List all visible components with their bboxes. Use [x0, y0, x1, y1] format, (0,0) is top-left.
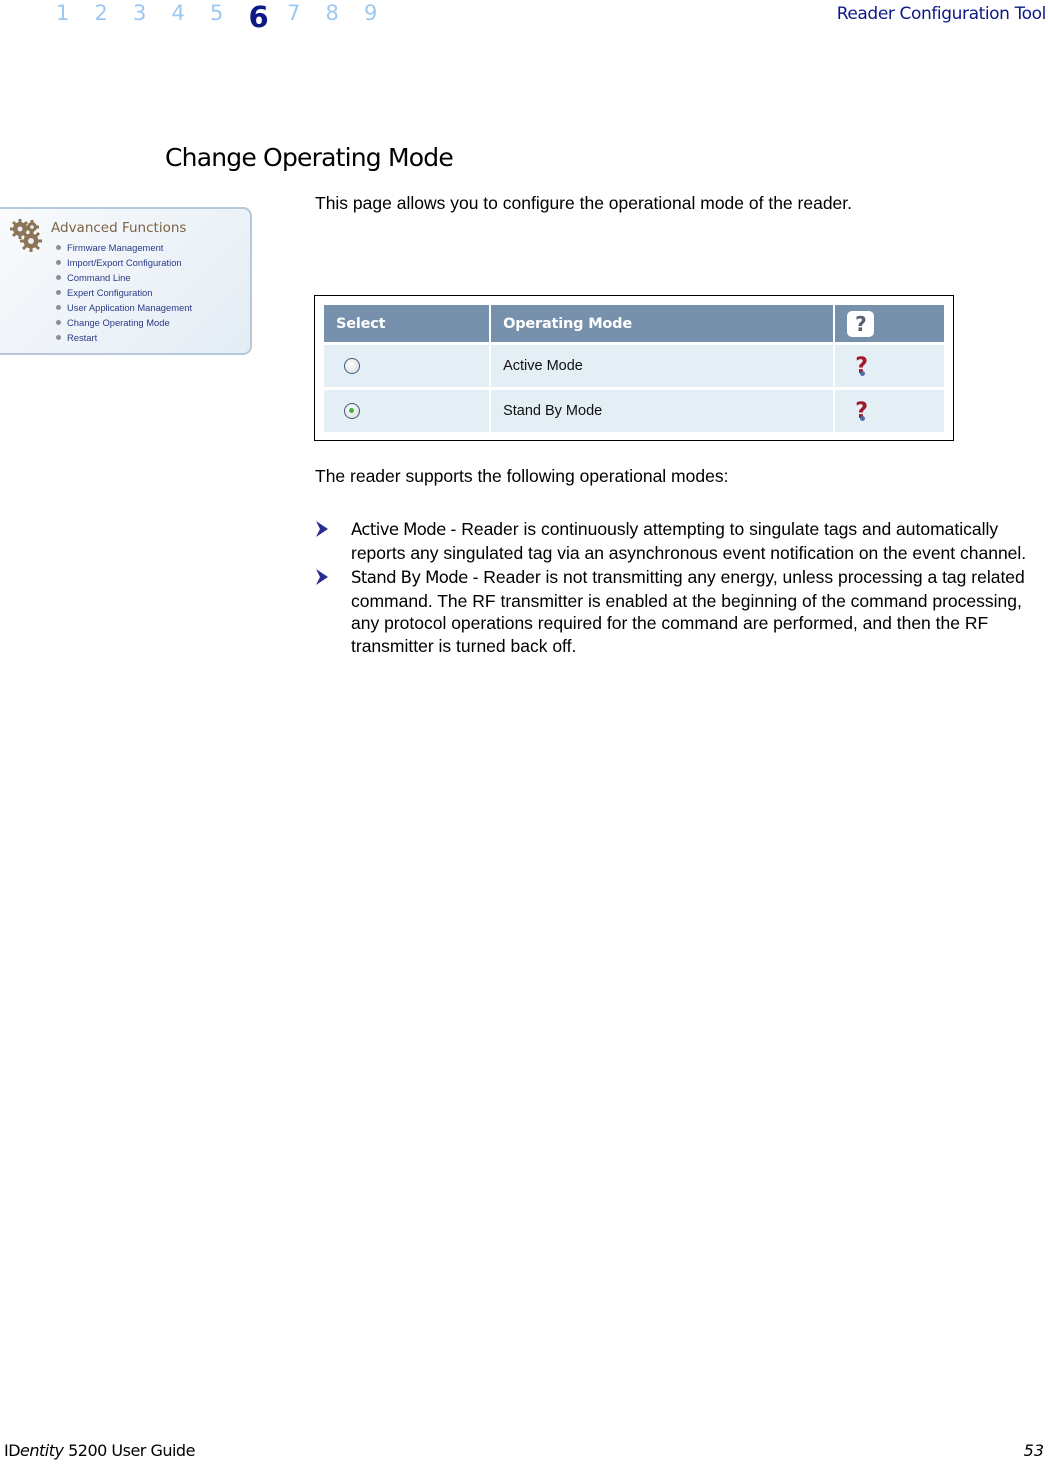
menu-item-label: Import/Export Configuration: [67, 257, 182, 268]
select-cell: [324, 345, 490, 390]
bullet-icon: [56, 260, 61, 265]
gears-icon: [10, 219, 42, 252]
menu-item-command-line[interactable]: Command Line: [56, 270, 192, 285]
chapter-6-current: 6: [248, 0, 269, 34]
running-header-title: Reader Configuration Tool: [836, 4, 1047, 24]
chapter-7: 7: [287, 1, 301, 25]
advanced-functions-menu: Advanced Functions Firmware Management I…: [0, 207, 252, 355]
header-help[interactable]: ?: [835, 305, 944, 345]
menu-item-user-application-management[interactable]: User Application Management: [56, 300, 192, 315]
menu-item-label: Expert Configuration: [67, 287, 153, 298]
footer-product-prefix: ID: [4, 1441, 21, 1460]
help-cell: ?: [835, 345, 944, 390]
radio-stand-by-mode[interactable]: [344, 403, 360, 420]
bullet-term: Stand By Mode: [351, 568, 468, 587]
bullet-icon: [56, 275, 61, 280]
menu-item-label: Firmware Management: [67, 242, 164, 253]
help-icon[interactable]: ?: [847, 310, 875, 337]
bullet-icon: [56, 290, 61, 295]
help-question-icon[interactable]: ?: [855, 399, 868, 424]
mode-cell: Active Mode: [491, 345, 834, 390]
table-row: Active Mode ?: [324, 345, 944, 390]
chapter-8: 8: [325, 1, 339, 25]
bullet-stand-by-mode: Stand By Mode - Reader is not transmitti…: [315, 566, 1048, 657]
supports-paragraph: The reader supports the following operat…: [315, 466, 729, 486]
menu-item-label: Change Operating Mode: [67, 317, 170, 328]
bullet-icon: [56, 335, 61, 340]
menu-item-restart[interactable]: Restart: [56, 330, 192, 345]
operating-mode-table-figure: Select Operating Mode ? Active Mode ? St…: [314, 295, 954, 441]
help-question-icon[interactable]: ?: [855, 354, 868, 379]
menu-item-label: User Application Management: [67, 302, 193, 313]
chapter-navigation: 1 2 3 4 5 6 7 8 9: [56, 0, 403, 36]
menu-item-firmware-management[interactable]: Firmware Management: [56, 240, 192, 255]
chapter-4: 4: [171, 1, 185, 25]
chapter-2: 2: [94, 1, 108, 25]
table-row: Stand By Mode ?: [324, 390, 944, 432]
menu-item-change-operating-mode[interactable]: Change Operating Mode: [56, 315, 192, 330]
bullet-icon: [56, 320, 61, 325]
mode-cell: Stand By Mode: [491, 390, 834, 432]
chevron-right-icon: [316, 521, 328, 537]
menu-item-label: Restart: [67, 332, 98, 343]
radio-active-mode[interactable]: [344, 358, 360, 375]
bullet-text: - Reader is continuously attempting to s…: [351, 519, 1027, 563]
menu-list: Firmware Management Import/Export Config…: [56, 240, 192, 345]
intro-paragraph: This page allows you to configure the op…: [315, 193, 853, 213]
footer-guide-title: IDentity 5200 User Guide: [4, 1441, 195, 1460]
table-header-row: Select Operating Mode ?: [324, 305, 944, 345]
bullet-icon: [56, 305, 61, 310]
footer-product-suffix: 5200 User Guide: [63, 1441, 195, 1460]
bullet-term: Active Mode: [351, 520, 446, 539]
bullet-active-mode: Active Mode - Reader is continuously att…: [315, 518, 1048, 564]
footer-product-italic: entity: [20, 1441, 64, 1460]
menu-item-expert-configuration[interactable]: Expert Configuration: [56, 285, 192, 300]
page-number: 53: [1023, 1441, 1044, 1460]
chapter-9: 9: [364, 1, 378, 25]
chapter-5: 5: [210, 1, 224, 25]
chapter-3: 3: [133, 1, 147, 25]
menu-title: Advanced Functions: [51, 220, 187, 236]
select-cell: [324, 390, 490, 432]
operating-mode-table: Select Operating Mode ? Active Mode ? St…: [322, 305, 946, 432]
header-operating-mode: Operating Mode: [491, 305, 834, 345]
menu-item-import-export-configuration[interactable]: Import/Export Configuration: [56, 255, 192, 270]
bullet-icon: [56, 245, 61, 250]
chevron-right-icon: [316, 569, 328, 585]
menu-item-label: Command Line: [67, 272, 131, 283]
chapter-1: 1: [56, 1, 70, 25]
section-title: Change Operating Mode: [165, 143, 454, 172]
help-cell: ?: [835, 390, 944, 432]
mode-descriptions: Active Mode - Reader is continuously att…: [315, 518, 1048, 659]
header-select: Select: [324, 305, 490, 345]
